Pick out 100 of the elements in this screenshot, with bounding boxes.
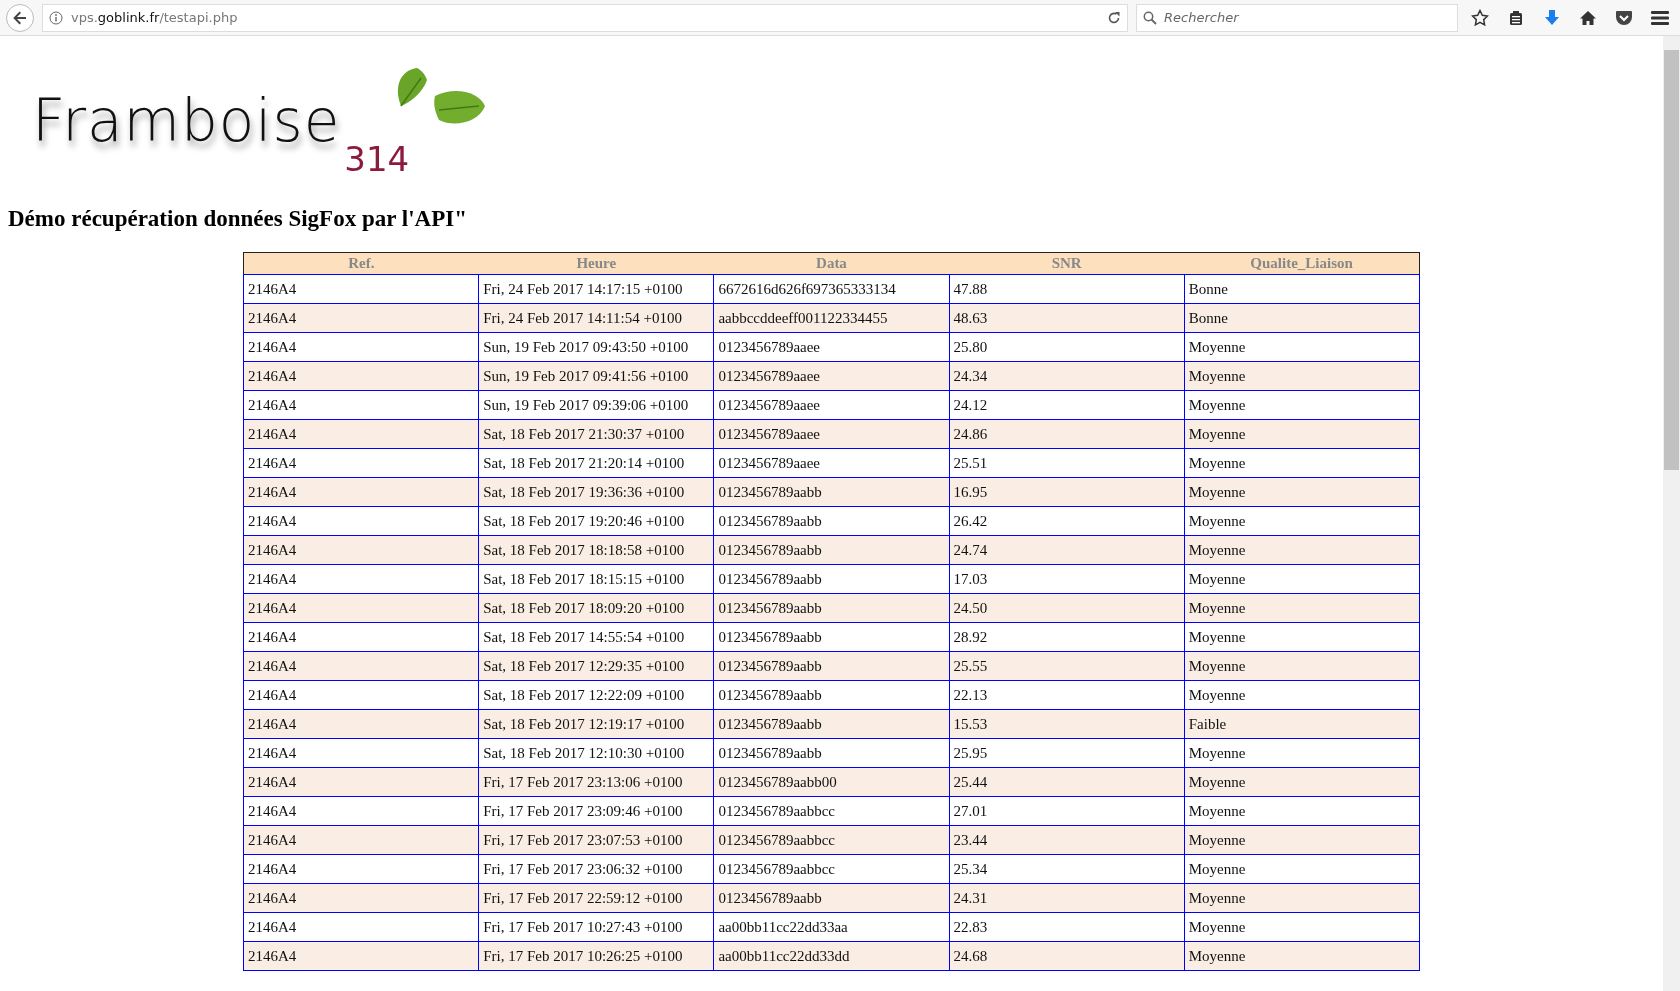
table-cell: 25.34 (949, 854, 1185, 884)
table-cell: Moyenne (1184, 506, 1420, 536)
table-cell: 0123456789aabb (713, 883, 950, 913)
table-cell: Sat, 18 Feb 2017 18:09:20 +0100 (478, 593, 714, 623)
table-cell: 0123456789aabb (713, 506, 950, 536)
table-cell: 0123456789aabb (713, 535, 950, 565)
table-cell: Moyenne (1184, 477, 1420, 507)
table-cell: Fri, 17 Feb 2017 23:07:53 +0100 (478, 825, 714, 855)
table-cell: 2146A4 (243, 912, 479, 942)
table-cell: Moyenne (1184, 390, 1420, 420)
table-cell: 2146A4 (243, 651, 479, 681)
table-cell: 2146A4 (243, 825, 479, 855)
table-cell: Moyenne (1184, 912, 1420, 942)
table-cell: Sun, 19 Feb 2017 09:39:06 +0100 (478, 390, 714, 420)
table-cell: 0123456789aabb00 (713, 767, 950, 797)
table-cell: 24.50 (949, 593, 1185, 623)
table-cell: 25.95 (949, 738, 1185, 768)
table-cell: 0123456789aabb (713, 622, 950, 652)
table-cell: Moyenne (1184, 796, 1420, 826)
column-header: Data (713, 252, 950, 275)
table-cell: Moyenne (1184, 332, 1420, 362)
address-bar[interactable]: vps.goblink.fr/testapi.php (42, 3, 1128, 32)
info-icon[interactable] (49, 10, 63, 25)
table-cell: Bonne (1184, 274, 1420, 304)
table-cell: Sun, 19 Feb 2017 09:41:56 +0100 (478, 361, 714, 391)
table-cell: Moyenne (1184, 738, 1420, 768)
table-cell: 2146A4 (243, 738, 479, 768)
logo-wordmark: Framboise (32, 92, 341, 150)
table-cell: Fri, 17 Feb 2017 23:09:46 +0100 (478, 796, 714, 826)
table-cell: 0123456789aabbcc (713, 796, 950, 826)
table-cell: 0123456789aaee (713, 390, 950, 420)
table-cell: 22.83 (949, 912, 1185, 942)
table-cell: 48.63 (949, 303, 1185, 333)
table-cell: Moyenne (1184, 651, 1420, 681)
table-cell: aa00bb11cc22dd33aa (713, 912, 950, 942)
table-cell: 16.95 (949, 477, 1185, 507)
table-cell: Sun, 19 Feb 2017 09:43:50 +0100 (478, 332, 714, 362)
table-cell: 47.88 (949, 274, 1185, 304)
page-heading: Démo récupération données SigFox par l'API" (8, 206, 468, 232)
table-cell: Sat, 18 Feb 2017 19:20:46 +0100 (478, 506, 714, 536)
column-header: Heure (478, 252, 714, 275)
table-cell: Sat, 18 Feb 2017 14:55:54 +0100 (478, 622, 714, 652)
table-cell: Bonne (1184, 303, 1420, 333)
table-cell: 22.13 (949, 680, 1185, 710)
table-cell: aabbccddeeff001122334455 (713, 303, 950, 333)
table-cell: 2146A4 (243, 390, 479, 420)
table-cell: 24.12 (949, 390, 1185, 420)
table-cell: aa00bb11cc22dd33dd (713, 941, 950, 971)
scrollbar[interactable] (1663, 36, 1680, 991)
table-cell: 2146A4 (243, 274, 479, 304)
table-cell: 26.42 (949, 506, 1185, 536)
table-cell: Sat, 18 Feb 2017 18:15:15 +0100 (478, 564, 714, 594)
table-cell: Moyenne (1184, 883, 1420, 913)
table-cell: 0123456789aaee (713, 448, 950, 478)
table-cell: Sat, 18 Feb 2017 12:29:35 +0100 (478, 651, 714, 681)
table-cell: Sat, 18 Feb 2017 12:22:09 +0100 (478, 680, 714, 710)
back-button[interactable] (6, 3, 34, 32)
table-cell: 2146A4 (243, 564, 479, 594)
table-cell: Fri, 17 Feb 2017 10:26:25 +0100 (478, 941, 714, 971)
table-cell: 24.74 (949, 535, 1185, 565)
table-cell: 23.44 (949, 825, 1185, 855)
table-cell: Sat, 18 Feb 2017 18:18:58 +0100 (478, 535, 714, 565)
table-cell: 2146A4 (243, 506, 479, 536)
table-cell: 0123456789aaee (713, 332, 950, 362)
table-cell: 0123456789aabb (713, 651, 950, 681)
table-cell: Sat, 18 Feb 2017 21:30:37 +0100 (478, 419, 714, 449)
table-cell: Fri, 24 Feb 2017 14:17:15 +0100 (478, 274, 714, 304)
table-cell: Fri, 17 Feb 2017 10:27:43 +0100 (478, 912, 714, 942)
table-cell: 24.34 (949, 361, 1185, 391)
table-cell: Fri, 17 Feb 2017 23:13:06 +0100 (478, 767, 714, 797)
table-cell: Moyenne (1184, 535, 1420, 565)
search-field[interactable]: Rechercher (1136, 3, 1458, 32)
table-cell: 0123456789aabbcc (713, 854, 950, 884)
table-cell: 2146A4 (243, 593, 479, 623)
table-cell: Sat, 18 Feb 2017 12:19:17 +0100 (478, 709, 714, 739)
table-cell: Moyenne (1184, 419, 1420, 449)
back-arrow-icon (12, 9, 28, 26)
table-cell: Moyenne (1184, 448, 1420, 478)
table-cell: 2146A4 (243, 854, 479, 884)
table-cell: 2146A4 (243, 361, 479, 391)
table-cell: Moyenne (1184, 680, 1420, 710)
table-cell: 0123456789aabb (713, 738, 950, 768)
table-cell: 2146A4 (243, 535, 479, 565)
table-cell: Faible (1184, 709, 1420, 739)
table-cell: 2146A4 (243, 941, 479, 971)
table-cell: 25.80 (949, 332, 1185, 362)
table-cell: 25.55 (949, 651, 1185, 681)
table-cell: 2146A4 (243, 796, 479, 826)
table-cell: 25.51 (949, 448, 1185, 478)
reload-icon[interactable] (1107, 10, 1121, 25)
table-cell: Sat, 18 Feb 2017 19:36:36 +0100 (478, 477, 714, 507)
table-cell: Moyenne (1184, 361, 1420, 391)
table-cell: 24.68 (949, 941, 1185, 971)
table-cell: Moyenne (1184, 941, 1420, 971)
table-cell: 0123456789aabb (713, 680, 950, 710)
column-header: SNR (949, 252, 1185, 275)
table-cell: 17.03 (949, 564, 1185, 594)
table-cell: Moyenne (1184, 825, 1420, 855)
table-cell: 0123456789aabb (713, 593, 950, 623)
logo-number: 314 (344, 142, 410, 176)
